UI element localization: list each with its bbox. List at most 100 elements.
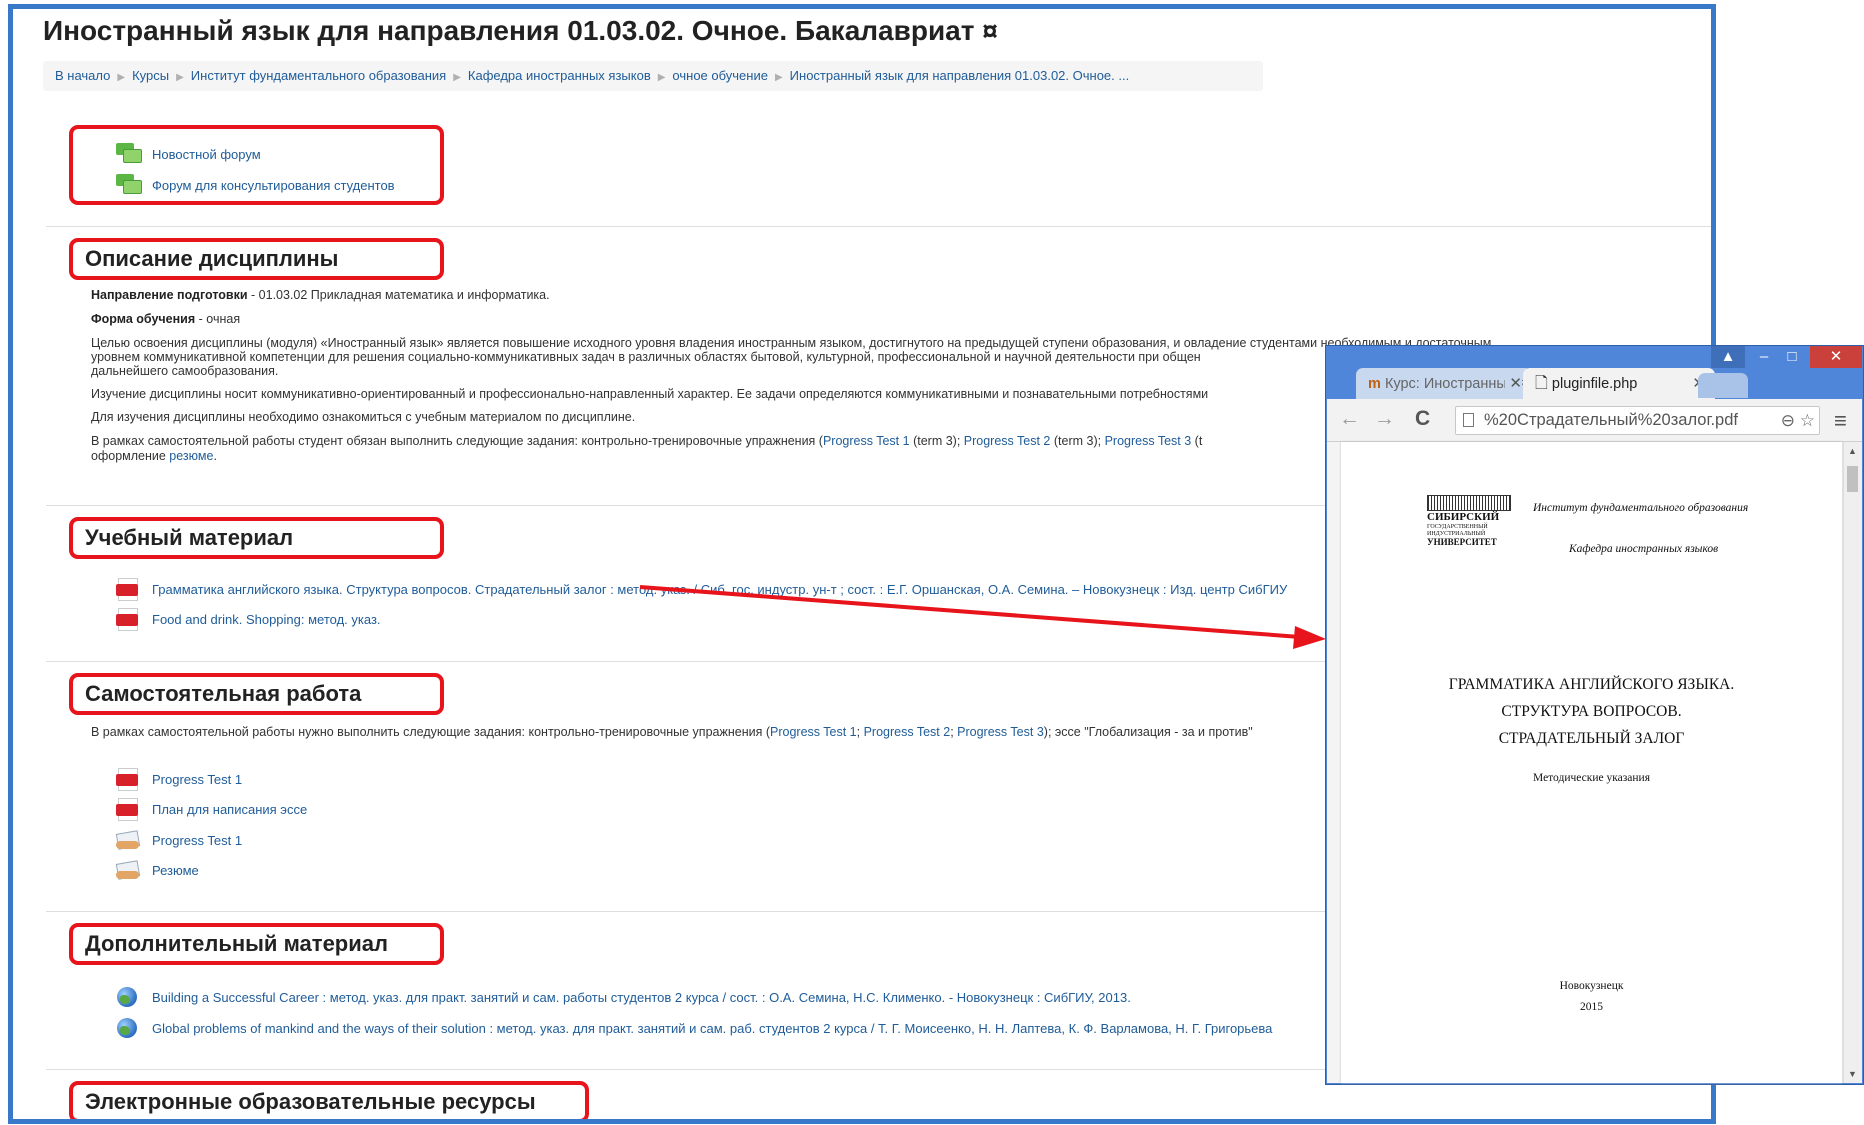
activity-name: Food and drink. Shopping: метод. указ. (152, 611, 381, 627)
self-work-text: В рамках самостоятельной работы студент … (91, 434, 1203, 448)
character-text: Изучение дисциплины носит коммуникативно… (91, 387, 1209, 401)
activity-name: Progress Test 1 (152, 832, 243, 848)
breadcrumb-separator-icon: ▶ (176, 72, 184, 83)
section-title-eresources: Электронные образовательные ресурсы (85, 1089, 536, 1114)
section-title-extra: Дополнительный материал (85, 931, 388, 956)
browser-toolbar: ← → C %20Страдательный%20залог.pdf ⊖ ☆ ≡ (1327, 399, 1862, 442)
breadcrumb-fulltime[interactable]: очное обучение (672, 68, 768, 83)
pdf-viewer[interactable]: СИБИРСКИЙ ГОСУДАРСТВЕННЫЙ ИНДУСТРИАЛЬНЫЙ… (1327, 442, 1862, 1083)
moodle-favicon-icon: m (1368, 376, 1381, 392)
back-icon[interactable]: ← (1339, 407, 1360, 431)
scrollbar-thumb[interactable] (1847, 466, 1858, 492)
activity-name: Грамматика английского языка. Структура … (152, 581, 1288, 597)
selfwork-text: В рамках самостоятельной работы нужно вы… (91, 725, 1253, 739)
breadcrumb-separator-icon: ▶ (117, 72, 126, 83)
pdf-department: Кафедра иностранных языков (1569, 543, 1719, 555)
selfwork-link-test1-pdf[interactable]: Progress Test 1 (116, 767, 242, 791)
resume-link[interactable]: резюме (169, 449, 213, 463)
tab-course[interactable]: m Курс: Иностранный язык ✕ (1356, 368, 1532, 400)
progress-test-2-link[interactable]: Progress Test 2 (864, 725, 951, 739)
pdf-icon (116, 768, 140, 791)
university-logo-icon (1427, 495, 1511, 511)
selfwork-link-test1-assignment[interactable]: Progress Test 1 (115, 828, 243, 852)
progress-test-1-link[interactable]: Progress Test 1 (823, 434, 910, 448)
forward-icon[interactable]: → (1374, 407, 1395, 431)
user-icon[interactable]: ▲ (1711, 346, 1745, 368)
zoom-star-icons[interactable]: ⊖ ☆ (1769, 407, 1819, 434)
assignment-icon (115, 859, 141, 881)
material-link-food[interactable]: Food and drink. Shopping: метод. указ. (116, 607, 381, 631)
section-divider (46, 226, 1711, 227)
direction-text: Направление подготовки - 01.03.02 Прикла… (91, 288, 550, 302)
pdf-icon (116, 608, 140, 631)
scroll-down-icon[interactable]: ▼ (1848, 1069, 1857, 1079)
pdf-icon (116, 578, 140, 601)
goal-text-line: Целью освоения дисциплины (модуля) «Инос… (91, 336, 1492, 350)
progress-test-3-link[interactable]: Progress Test 3 (1105, 434, 1192, 448)
minimize-icon[interactable]: – (1750, 346, 1778, 368)
university-logo-subtitle: ГОСУДАРСТВЕННЫЙ ИНДУСТРИАЛЬНЫЙ (1427, 524, 1488, 537)
page-icon (1463, 413, 1474, 427)
menu-icon[interactable]: ≡ (1834, 408, 1847, 434)
address-bar[interactable]: %20Страдательный%20залог.pdf ⊖ ☆ (1455, 406, 1820, 435)
activity-name: План для написания эссе (152, 801, 308, 817)
scroll-up-icon[interactable]: ▲ (1848, 446, 1857, 456)
progress-test-2-link[interactable]: Progress Test 2 (964, 434, 1051, 448)
pdf-title-line: ГРАММАТИКА АНГЛИЙСКОГО ЯЗЫКА. (1448, 676, 1735, 693)
activity-name: Резюме (152, 862, 199, 878)
selfwork-link-essay-plan[interactable]: План для написания эссе (116, 797, 307, 821)
assignment-icon (115, 829, 141, 851)
breadcrumb-separator-icon: ▶ (774, 72, 783, 83)
breadcrumb-separator-icon: ▶ (453, 72, 461, 83)
close-tab-icon[interactable]: ✕ (1505, 368, 1522, 400)
pdf-city: Новокузнецк (1559, 980, 1624, 992)
section-title-material: Учебный материал (85, 525, 294, 550)
progress-test-3-link[interactable]: Progress Test 3 (957, 725, 1044, 739)
tab-pluginfile[interactable]: 🗋 pluginfile.php ✕ (1523, 368, 1715, 400)
pdf-scrollbar[interactable]: ▲ ▼ (1843, 442, 1862, 1083)
university-logo: СИБИРСКИЙ (1427, 511, 1500, 523)
breadcrumb-institute[interactable]: Институт фундаментального образования (191, 68, 446, 83)
progress-test-1-link[interactable]: Progress Test 1 (770, 725, 857, 739)
breadcrumb: В начало ▶ Курсы ▶ Институт фундаментального… (43, 61, 1263, 91)
new-tab-button[interactable] (1698, 373, 1748, 398)
pdf-icon (116, 798, 140, 821)
pdf-subtitle: Методические указания (1533, 772, 1650, 784)
tab-title: pluginfile.php (1551, 376, 1638, 392)
forum-icon (116, 174, 142, 196)
extra-link-global-problems[interactable]: Global problems of mankind and the ways … (116, 1016, 1272, 1040)
breadcrumb-home[interactable]: В начало (55, 68, 110, 83)
pdf-title-line: СТРАДАТЕЛЬНЫЙ ЗАЛОГ (1498, 730, 1685, 747)
pdf-institute: Институт фундаментального образования (1533, 502, 1749, 514)
material-link-grammar[interactable]: Грамматика английского языка. Структура … (116, 577, 1287, 601)
globe-icon (116, 986, 140, 1008)
forum-icon (116, 143, 142, 165)
goal-text-line: уровнем коммуникативной компетенции для … (91, 350, 1201, 364)
goal-text-line: дальнейшего самообразования. (91, 364, 279, 378)
breadcrumb-separator-icon: ▶ (657, 72, 666, 83)
pdf-page: СИБИРСКИЙ ГОСУДАРСТВЕННЫЙ ИНДУСТРИАЛЬНЫЙ… (1341, 442, 1842, 1083)
extra-link-career[interactable]: Building a Successful Career : метод. ук… (116, 985, 1131, 1009)
maximize-icon[interactable]: □ (1778, 346, 1806, 368)
pdf-year: 2015 (1580, 1001, 1603, 1013)
browser-window: ▲ – □ ✕ m Курс: Иностранный язык ✕ 🗋 plu… (1325, 345, 1864, 1085)
study-text: Для изучения дисциплины необходимо ознак… (91, 410, 636, 424)
activity-name: Форум для консультирования студентов (152, 177, 395, 193)
selfwork-link-resume[interactable]: Резюме (115, 858, 199, 882)
close-window-icon[interactable]: ✕ (1810, 346, 1862, 368)
activity-name: Building a Successful Career : метод. ук… (152, 989, 1131, 1005)
section-title-description: Описание дисциплины (85, 246, 339, 271)
globe-icon (116, 1017, 140, 1039)
forum-link-news[interactable]: Новостной форум (116, 142, 261, 166)
address-url: %20Страдательный%20залог.pdf (1484, 411, 1738, 429)
breadcrumb-courses[interactable]: Курсы (132, 68, 169, 83)
activity-name: Новостной форум (152, 146, 261, 162)
forum-link-consult[interactable]: Форум для консультирования студентов (116, 173, 395, 197)
breadcrumb-course[interactable]: Иностранный язык для направления 01.03.0… (790, 68, 1130, 83)
self-work-text-line2: оформление резюме. (91, 449, 217, 463)
breadcrumb-department[interactable]: Кафедра иностранных языков (468, 68, 651, 83)
document-icon: 🗋 (1535, 375, 1548, 392)
pdf-title-line: СТРУКТУРА ВОПРОСОВ. (1501, 703, 1682, 720)
reload-icon[interactable]: C (1415, 407, 1430, 431)
activity-name: Progress Test 1 (152, 771, 243, 787)
